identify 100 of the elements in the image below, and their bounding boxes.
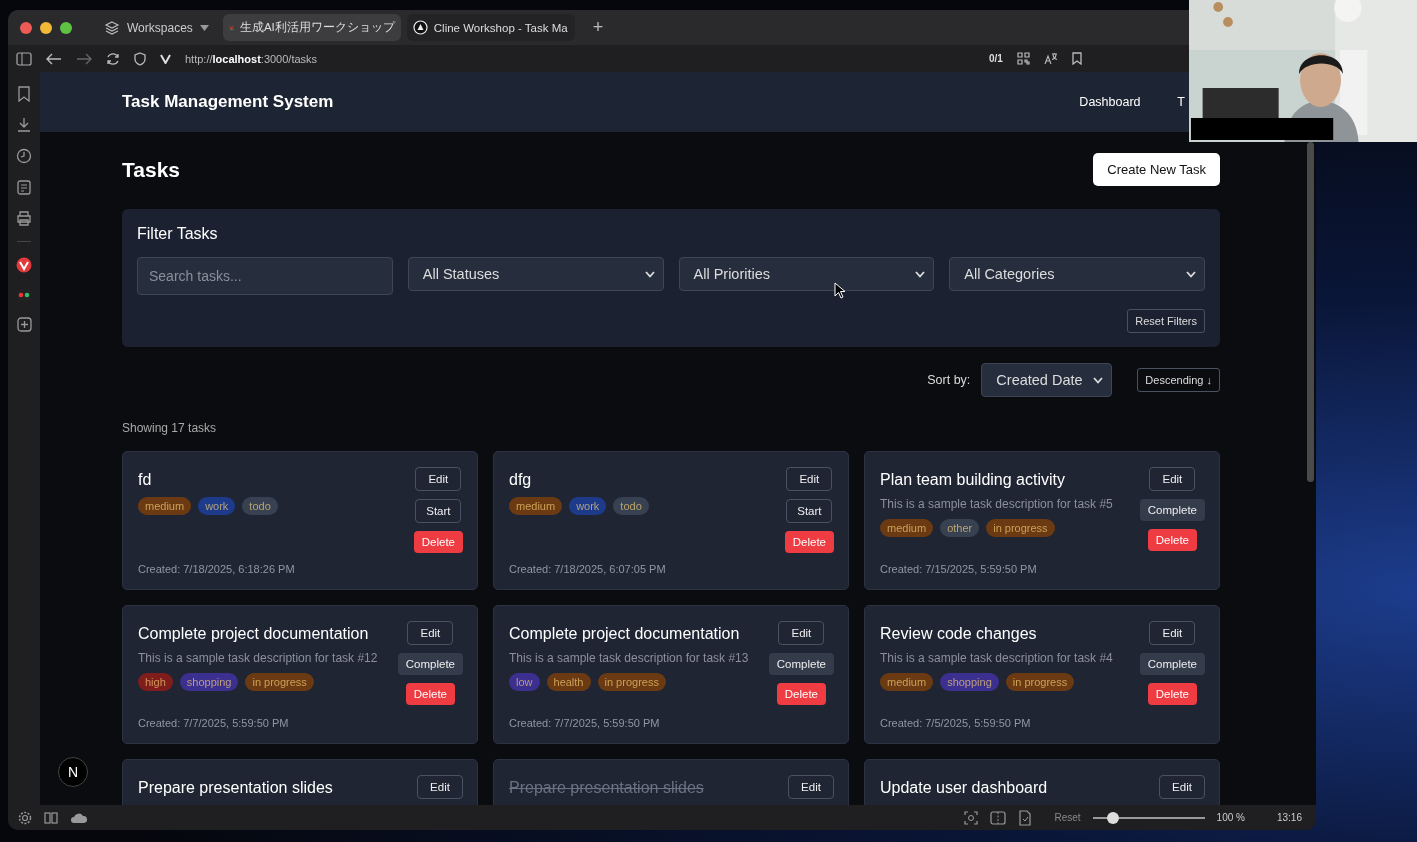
tag: medium <box>880 673 934 691</box>
task-title: fd <box>138 471 153 489</box>
tag: todo <box>242 497 278 515</box>
tag: work <box>198 497 236 515</box>
complete-button[interactable]: Complete <box>1139 653 1205 675</box>
bookmark-icon[interactable] <box>1071 52 1082 65</box>
cloud-icon[interactable] <box>70 811 88 824</box>
filter-dropdown[interactable]: All Priorities <box>678 257 935 291</box>
shield-icon[interactable] <box>134 51 146 66</box>
delete-button[interactable]: Delete <box>1147 529 1197 551</box>
tag: medium <box>509 497 563 515</box>
app-title: Task Management System <box>122 92 335 112</box>
page-counter: 0/1 <box>989 53 1003 64</box>
start-button[interactable]: Start <box>786 499 833 523</box>
tag: in progress <box>597 673 666 691</box>
delete-button[interactable]: Delete <box>405 683 455 705</box>
create-task-button[interactable]: Create New Task <box>1093 153 1220 186</box>
start-button[interactable]: Start <box>415 499 462 523</box>
tag: health <box>546 673 591 691</box>
search-field[interactable]: Search tasks... <box>137 257 393 295</box>
new-tab-button[interactable]: + <box>586 16 610 39</box>
delete-button[interactable]: Delete <box>413 531 463 553</box>
filter-dropdown[interactable]: All Statuses <box>407 257 664 291</box>
translate-icon[interactable] <box>1043 52 1058 65</box>
tag: in progress <box>1005 673 1075 691</box>
download-icon[interactable] <box>17 117 31 133</box>
add-panel-icon[interactable] <box>16 317 32 332</box>
tag: other <box>940 519 980 537</box>
created-date: Created: 7/7/2025, 5:59:50 PM <box>509 717 661 729</box>
reload-icon[interactable] <box>106 51 120 66</box>
edit-button[interactable]: Edit <box>1149 621 1196 645</box>
nav-link[interactable]: T <box>1177 95 1185 109</box>
task-title: Complete project documentation <box>138 625 370 643</box>
task-count: Showing 17 tasks <box>122 421 218 435</box>
zoom-reset-button[interactable]: Reset <box>1054 812 1081 823</box>
tag: high <box>138 673 173 691</box>
edit-button[interactable]: Edit <box>788 775 834 799</box>
reset-filters-button[interactable]: Reset Filters <box>1127 309 1205 333</box>
edit-button[interactable]: Edit <box>1149 467 1196 491</box>
app-logo-icon[interactable] <box>16 257 32 273</box>
triangle-logo-icon <box>412 20 428 35</box>
edit-button[interactable]: Edit <box>415 467 462 491</box>
capture-icon[interactable] <box>964 810 979 825</box>
workspaces-button[interactable]: Workspaces <box>96 19 217 36</box>
edit-button[interactable]: Edit <box>417 775 463 799</box>
browser-tab[interactable]: Cline Workshop - Task Ma <box>406 14 575 41</box>
chevron-down-icon <box>644 270 655 278</box>
cursor-icon <box>834 282 846 299</box>
print-icon[interactable] <box>16 210 32 226</box>
address-field[interactable]: http://localhost:3000/tasks <box>185 52 975 65</box>
forward-icon[interactable] <box>76 52 92 65</box>
task-title: Prepare presentation slides <box>509 779 705 797</box>
tag: shopping <box>179 673 239 691</box>
caret-icon <box>199 24 209 31</box>
created-date: Created: 7/7/2025, 5:59:50 PM <box>138 717 290 729</box>
nav-link[interactable]: Dashboard <box>1079 95 1178 109</box>
minimize-window-button[interactable] <box>40 21 52 34</box>
edit-button[interactable]: Edit <box>786 467 833 491</box>
history-icon[interactable] <box>16 148 32 164</box>
tag: in progress <box>245 673 314 691</box>
browser-tab[interactable]: 生成AI利活用ワークショップ <box>222 14 401 41</box>
tag: medium <box>880 519 934 537</box>
page-actions-icon[interactable] <box>1018 809 1033 826</box>
sort-order-button[interactable]: Descending ↓ <box>1137 368 1220 392</box>
edit-button[interactable]: Edit <box>407 621 454 645</box>
qr-code-icon[interactable] <box>1016 52 1030 65</box>
close-window-button[interactable] <box>20 21 32 34</box>
task-title: Update user dashboard <box>880 779 1049 797</box>
bookmark-icon[interactable] <box>17 86 31 102</box>
v-logo-icon[interactable] <box>160 53 171 64</box>
delete-button[interactable]: Delete <box>776 683 826 705</box>
edit-button[interactable]: Edit <box>1159 775 1205 799</box>
dev-badge[interactable]: N <box>58 757 88 787</box>
panel-toggle-icon[interactable] <box>44 811 58 824</box>
created-date: Created: 7/18/2025, 6:07:05 PM <box>509 563 667 575</box>
delete-button[interactable]: Delete <box>1147 683 1197 705</box>
clock: 13:16 <box>1276 812 1302 823</box>
edit-button[interactable]: Edit <box>778 621 825 645</box>
zoom-slider[interactable] <box>1092 811 1205 824</box>
complete-button[interactable]: Complete <box>397 653 463 675</box>
back-icon[interactable] <box>46 52 62 65</box>
delete-button[interactable]: Delete <box>784 531 834 553</box>
layers-icon <box>104 19 120 36</box>
created-date: Created: 7/18/2025, 6:18:26 PM <box>138 563 296 575</box>
notes-icon[interactable] <box>16 179 32 195</box>
scrollbar-thumb[interactable] <box>1307 142 1314 482</box>
tag: medium <box>138 497 192 515</box>
filter-dropdown[interactable]: All Categories <box>949 257 1205 291</box>
sort-dropdown[interactable]: Created Date <box>981 363 1113 397</box>
sidebar-toggle-icon[interactable] <box>16 51 32 66</box>
task-description: This is a sample task description for task #12 <box>138 651 379 665</box>
task-title: dfg <box>509 471 533 489</box>
created-date: Created: 7/5/2025, 5:59:50 PM <box>880 717 1032 729</box>
zoom-window-button[interactable] <box>60 21 72 34</box>
complete-button[interactable]: Complete <box>1139 499 1205 521</box>
tile-icon[interactable] <box>990 810 1007 825</box>
tag: todo <box>613 497 649 515</box>
task-title: Review code changes <box>880 625 1038 643</box>
complete-button[interactable]: Complete <box>768 653 834 675</box>
settings-icon[interactable] <box>18 810 32 825</box>
